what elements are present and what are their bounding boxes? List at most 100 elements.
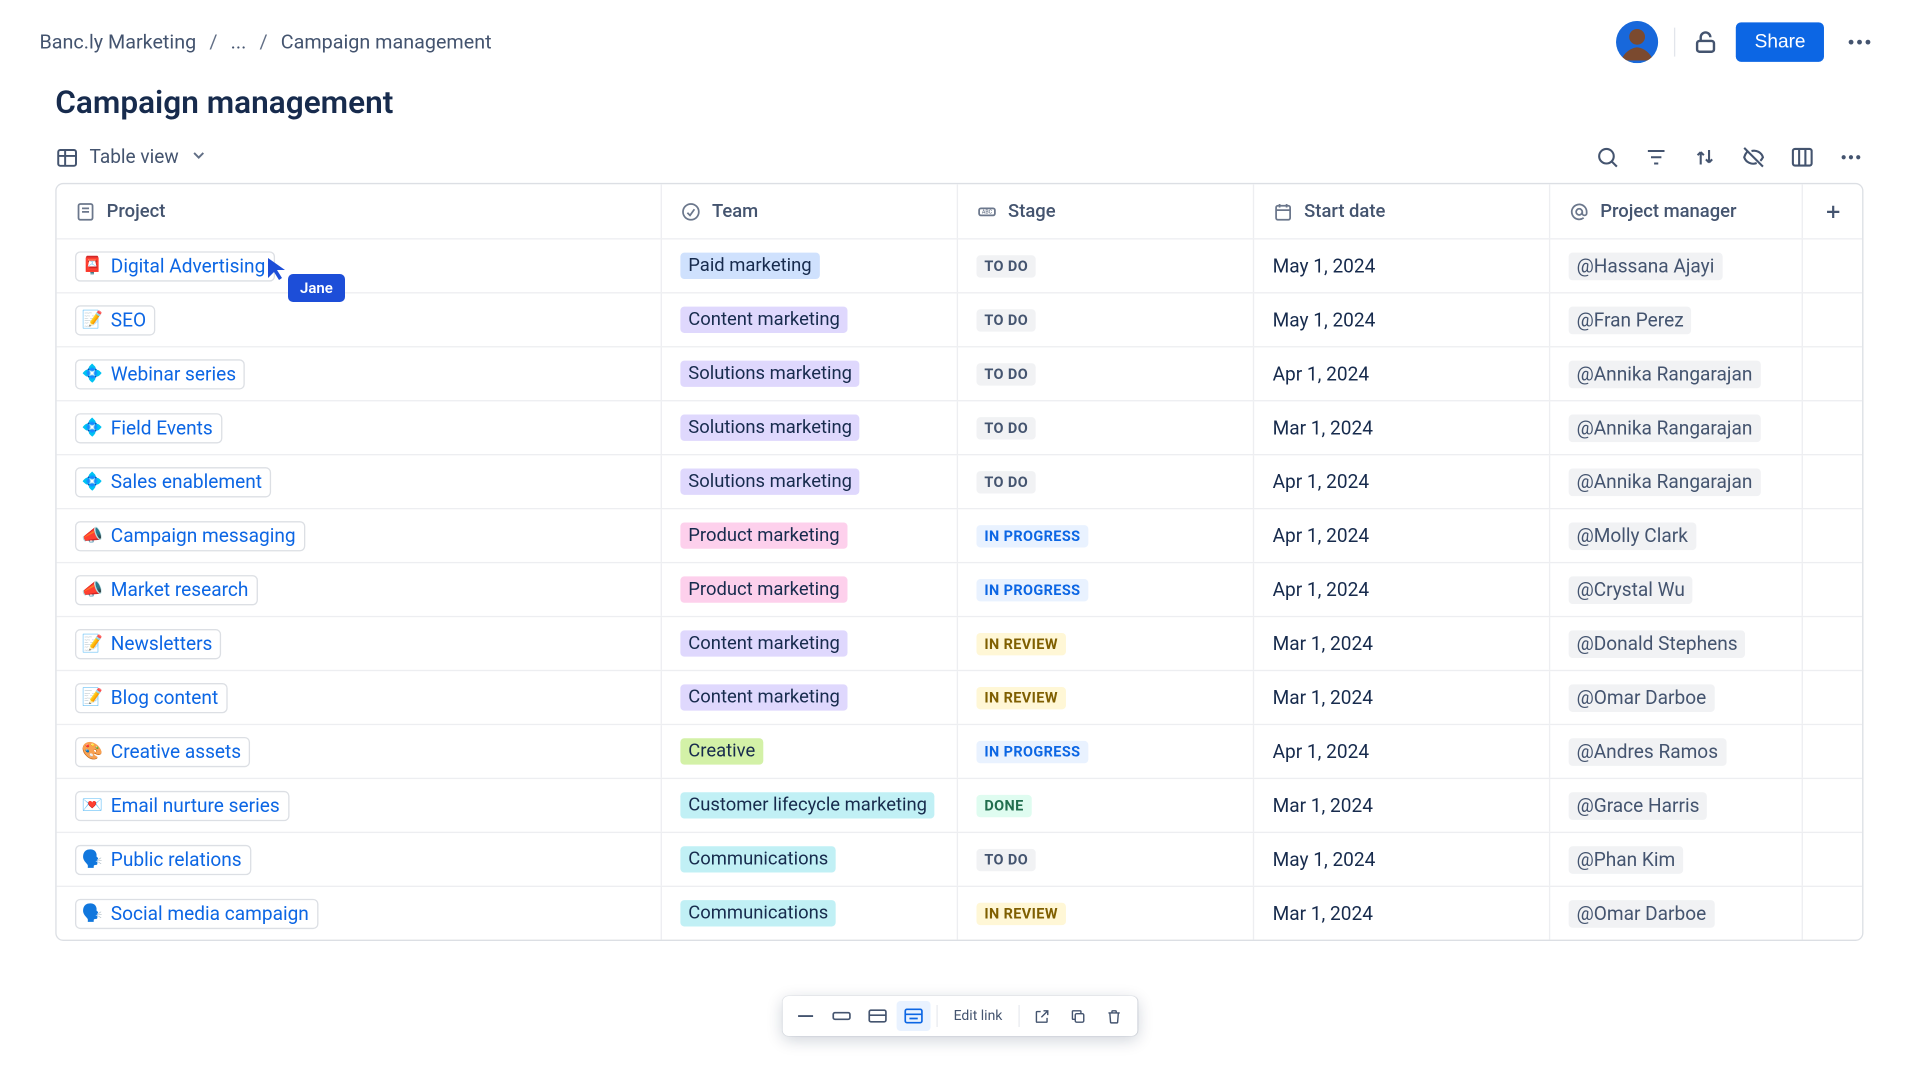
manager-chip[interactable]: @Andres Ramos bbox=[1569, 738, 1726, 766]
project-chip[interactable]: 📝 Blog content bbox=[75, 682, 227, 712]
avatar[interactable] bbox=[1616, 21, 1658, 63]
cell-stage[interactable]: TO DO bbox=[958, 240, 1254, 293]
breadcrumb-root[interactable]: Banc.ly Marketing bbox=[39, 30, 196, 54]
cell-team[interactable]: Solutions marketing bbox=[662, 455, 958, 508]
cell-team[interactable]: Solutions marketing bbox=[662, 401, 958, 454]
project-chip[interactable]: 📣 Campaign messaging bbox=[75, 520, 305, 550]
team-chip[interactable]: Content marketing bbox=[680, 307, 847, 333]
cell-project[interactable]: 📣 Market research bbox=[57, 563, 662, 616]
cell-project[interactable]: 💠 Field Events bbox=[57, 401, 662, 454]
stage-chip[interactable]: TO DO bbox=[976, 470, 1036, 492]
cell-date[interactable]: Mar 1, 2024 bbox=[1254, 779, 1550, 832]
project-chip[interactable]: 💌 Email nurture series bbox=[75, 790, 289, 820]
view-inline-button[interactable] bbox=[825, 1001, 859, 1031]
table-row[interactable]: 📝 SEO Content marketing TO DO May 1, 202… bbox=[57, 292, 1863, 346]
cell-date[interactable]: Apr 1, 2024 bbox=[1254, 347, 1550, 400]
view-card-button[interactable] bbox=[861, 1001, 895, 1031]
table-row[interactable]: 💠 Sales enablement Solutions marketing T… bbox=[57, 454, 1863, 508]
cell-team[interactable]: Solutions marketing bbox=[662, 347, 958, 400]
project-chip[interactable]: 💠 Webinar series bbox=[75, 359, 245, 389]
cell-team[interactable]: Creative bbox=[662, 725, 958, 778]
project-chip[interactable]: 🎨 Creative assets bbox=[75, 736, 250, 766]
cell-manager[interactable]: @Crystal Wu bbox=[1550, 563, 1803, 616]
cell-manager[interactable]: @Andres Ramos bbox=[1550, 725, 1803, 778]
manager-chip[interactable]: @Hassana Ajayi bbox=[1569, 252, 1723, 280]
cell-stage[interactable]: IN PROGRESS bbox=[958, 725, 1254, 778]
view-url-button[interactable] bbox=[789, 1001, 823, 1031]
cell-date[interactable]: Apr 1, 2024 bbox=[1254, 725, 1550, 778]
team-chip[interactable]: Product marketing bbox=[680, 522, 847, 548]
stage-chip[interactable]: IN REVIEW bbox=[976, 902, 1065, 924]
cell-team[interactable]: Content marketing bbox=[662, 671, 958, 724]
stage-chip[interactable]: IN REVIEW bbox=[976, 632, 1065, 654]
team-chip[interactable]: Product marketing bbox=[680, 576, 847, 602]
cell-date[interactable]: Apr 1, 2024 bbox=[1254, 455, 1550, 508]
stage-chip[interactable]: IN REVIEW bbox=[976, 686, 1065, 708]
project-chip[interactable]: 📝 SEO bbox=[75, 305, 155, 335]
cell-team[interactable]: Communications bbox=[662, 887, 958, 940]
cell-manager[interactable]: @Omar Darboe bbox=[1550, 887, 1803, 940]
cell-project[interactable]: 💠 Webinar series bbox=[57, 347, 662, 400]
cell-team[interactable]: Content marketing bbox=[662, 617, 958, 670]
team-chip[interactable]: Solutions marketing bbox=[680, 468, 860, 494]
cell-stage[interactable]: IN REVIEW bbox=[958, 617, 1254, 670]
view-more-icon[interactable] bbox=[1838, 145, 1863, 170]
table-row[interactable]: 💌 Email nurture series Customer lifecycl… bbox=[57, 778, 1863, 832]
cell-project[interactable]: 📝 SEO bbox=[57, 293, 662, 346]
cell-manager[interactable]: @Grace Harris bbox=[1550, 779, 1803, 832]
breadcrumb-ellipsis[interactable]: ... bbox=[231, 30, 247, 54]
project-chip[interactable]: 💠 Field Events bbox=[75, 413, 222, 443]
cell-date[interactable]: Mar 1, 2024 bbox=[1254, 617, 1550, 670]
cell-date[interactable]: May 1, 2024 bbox=[1254, 240, 1550, 293]
view-switcher[interactable]: Table view bbox=[55, 145, 207, 169]
search-icon[interactable] bbox=[1595, 145, 1620, 170]
table-row[interactable]: 💠 Field Events Solutions marketing TO DO… bbox=[57, 400, 1863, 454]
team-chip[interactable]: Solutions marketing bbox=[680, 415, 860, 441]
sort-icon[interactable] bbox=[1692, 145, 1717, 170]
table-row[interactable]: 📣 Market research Product marketing IN P… bbox=[57, 562, 1863, 616]
cell-date[interactable]: Mar 1, 2024 bbox=[1254, 671, 1550, 724]
team-chip[interactable]: Creative bbox=[680, 738, 763, 764]
cell-team[interactable]: Content marketing bbox=[662, 293, 958, 346]
copy-link-icon[interactable] bbox=[1061, 1001, 1095, 1031]
cell-team[interactable]: Customer lifecycle marketing bbox=[662, 779, 958, 832]
breadcrumb-current[interactable]: Campaign management bbox=[281, 30, 492, 54]
col-stage[interactable]: ABC Stage bbox=[958, 184, 1254, 238]
cell-stage[interactable]: IN PROGRESS bbox=[958, 563, 1254, 616]
stage-chip[interactable]: IN PROGRESS bbox=[976, 524, 1088, 546]
cell-manager[interactable]: @Donald Stephens bbox=[1550, 617, 1803, 670]
team-chip[interactable]: Customer lifecycle marketing bbox=[680, 792, 935, 818]
cell-project[interactable]: 🗣️ Public relations bbox=[57, 833, 662, 886]
project-chip[interactable]: 💠 Sales enablement bbox=[75, 467, 271, 497]
manager-chip[interactable]: @Annika Rangarajan bbox=[1569, 468, 1761, 496]
col-team[interactable]: Team bbox=[662, 184, 958, 238]
manager-chip[interactable]: @Fran Perez bbox=[1569, 306, 1692, 334]
team-chip[interactable]: Communications bbox=[680, 900, 836, 926]
table-row[interactable]: 📮 Digital Advertising Paid marketing TO … bbox=[57, 238, 1863, 292]
manager-chip[interactable]: @Omar Darboe bbox=[1569, 899, 1714, 927]
stage-chip[interactable]: TO DO bbox=[976, 417, 1036, 439]
team-chip[interactable]: Paid marketing bbox=[680, 253, 819, 279]
more-actions-icon[interactable] bbox=[1840, 22, 1879, 61]
cell-project[interactable]: 💠 Sales enablement bbox=[57, 455, 662, 508]
cell-date[interactable]: May 1, 2024 bbox=[1254, 293, 1550, 346]
stage-chip[interactable]: TO DO bbox=[976, 363, 1036, 385]
cell-manager[interactable]: @Hassana Ajayi bbox=[1550, 240, 1803, 293]
cell-stage[interactable]: TO DO bbox=[958, 455, 1254, 508]
stage-chip[interactable]: TO DO bbox=[976, 309, 1036, 331]
cell-manager[interactable]: @Annika Rangarajan bbox=[1550, 401, 1803, 454]
team-chip[interactable]: Content marketing bbox=[680, 630, 847, 656]
hide-columns-icon[interactable] bbox=[1741, 145, 1766, 170]
manager-chip[interactable]: @Omar Darboe bbox=[1569, 684, 1714, 712]
cell-stage[interactable]: IN REVIEW bbox=[958, 671, 1254, 724]
table-row[interactable]: 💠 Webinar series Solutions marketing TO … bbox=[57, 346, 1863, 400]
cell-project[interactable]: 📝 Newsletters bbox=[57, 617, 662, 670]
share-button[interactable]: Share bbox=[1736, 22, 1824, 61]
manager-chip[interactable]: @Crystal Wu bbox=[1569, 576, 1693, 604]
col-project[interactable]: Project bbox=[57, 184, 662, 238]
cell-date[interactable]: Mar 1, 2024 bbox=[1254, 887, 1550, 940]
stage-chip[interactable]: DONE bbox=[976, 794, 1031, 816]
team-chip[interactable]: Communications bbox=[680, 846, 836, 872]
view-embed-button[interactable] bbox=[897, 1001, 931, 1031]
cell-manager[interactable]: @Omar Darboe bbox=[1550, 671, 1803, 724]
